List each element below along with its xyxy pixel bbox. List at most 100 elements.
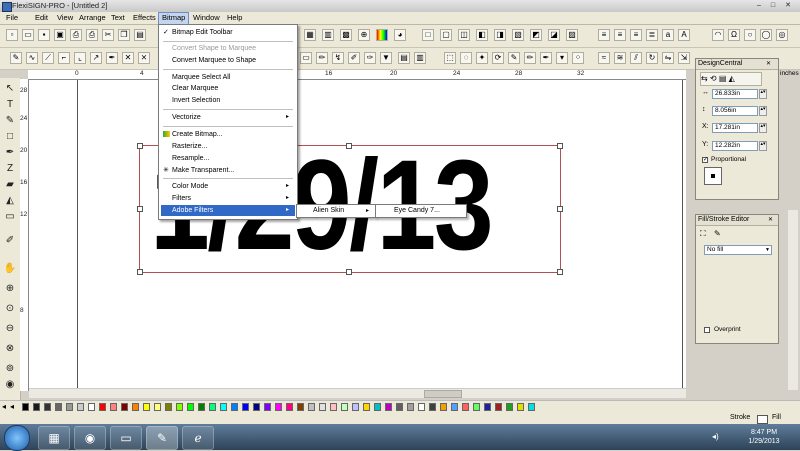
color-swatch[interactable] xyxy=(66,403,73,411)
color-swatch[interactable] xyxy=(440,403,447,411)
reference-point-grid[interactable] xyxy=(704,167,722,185)
fill-type-select[interactable]: No fill ▼ xyxy=(704,245,772,255)
color-swatch[interactable] xyxy=(231,403,238,411)
zoom-in-icon[interactable]: ⊕ xyxy=(3,282,17,296)
color-swatch[interactable] xyxy=(407,403,414,411)
new-icon[interactable]: ▫ xyxy=(6,29,18,41)
fade-icon[interactable]: ▥ xyxy=(414,52,426,64)
curve-icon[interactable]: ∿ xyxy=(26,52,38,64)
bezier-icon[interactable]: ↗ xyxy=(90,52,102,64)
paint-brush-icon[interactable]: ✒ xyxy=(540,52,552,64)
color-swatch[interactable] xyxy=(308,403,315,411)
text-case-icon[interactable]: A xyxy=(678,29,690,41)
folder-icon[interactable]: ▭ xyxy=(110,426,142,450)
menu-item-make-transparent[interactable]: ✳ Make Transparent... xyxy=(161,165,295,176)
menu-item-vectorize[interactable]: Vectorize ▸ xyxy=(161,112,295,123)
scroll-left2-icon[interactable]: ◂ xyxy=(10,402,14,411)
clone-icon[interactable]: ✐ xyxy=(348,52,360,64)
color-swatch[interactable] xyxy=(330,403,337,411)
eyedropper-tool-icon[interactable]: ✐ xyxy=(3,234,17,248)
omega-icon[interactable]: Ω xyxy=(728,29,740,41)
image-icon[interactable]: ▩ xyxy=(340,29,352,41)
menu-text[interactable]: Text xyxy=(108,12,128,24)
zoom-fit-icon[interactable]: ⊙ xyxy=(3,302,17,316)
color-swatch[interactable] xyxy=(517,403,524,411)
zoom-select-icon[interactable]: ◉ xyxy=(3,378,17,392)
resize-handle[interactable] xyxy=(346,143,352,149)
scale-icon[interactable]: ⇲ xyxy=(678,52,690,64)
circle-icon[interactable]: ○ xyxy=(744,29,756,41)
flexisign-task-icon[interactable]: ✎ xyxy=(146,426,178,450)
color-swatch[interactable] xyxy=(143,403,150,411)
resize-handle[interactable] xyxy=(137,143,143,149)
text-left-icon[interactable]: ≡ xyxy=(598,29,610,41)
color-swatch[interactable] xyxy=(77,403,84,411)
color-swatch[interactable] xyxy=(495,403,502,411)
spray-icon[interactable]: ⁘ xyxy=(572,52,584,64)
maximize-button[interactable]: □ xyxy=(768,1,778,10)
cusp-icon[interactable]: ⌞ xyxy=(74,52,86,64)
marquee-rect-icon[interactable]: ⬚ xyxy=(444,52,456,64)
color-swatch[interactable] xyxy=(121,403,128,411)
menu-view[interactable]: View xyxy=(54,12,76,24)
marker-icon[interactable]: ✎ xyxy=(508,52,520,64)
vertical-scrollbar[interactable] xyxy=(788,210,798,390)
weld-icon[interactable]: ▧ xyxy=(512,29,524,41)
stroke-pen-icon[interactable]: ✎ xyxy=(714,229,721,238)
panel-close-icon[interactable]: ✕ xyxy=(766,60,771,67)
fill-tool-icon[interactable]: ▰ xyxy=(3,178,17,192)
eraser-icon[interactable]: ▭ xyxy=(300,52,312,64)
z-tool-icon[interactable]: Z xyxy=(3,162,17,176)
browser-icon[interactable]: ℯ xyxy=(182,426,214,450)
save-as-icon[interactable]: ▣ xyxy=(54,29,66,41)
join-icon[interactable]: ⨯ xyxy=(138,52,150,64)
arc-text-icon[interactable]: ◠ xyxy=(712,29,724,41)
color-wheel-icon[interactable]: ◕ xyxy=(394,29,406,41)
color-swatch[interactable] xyxy=(286,403,293,411)
menu-item-rasterize[interactable]: Rasterize... xyxy=(161,141,295,152)
color-swatch[interactable] xyxy=(484,403,491,411)
color-swatch[interactable] xyxy=(132,403,139,411)
node-edit-icon[interactable]: ✎ xyxy=(10,52,22,64)
color-swatch[interactable] xyxy=(110,403,117,411)
print-icon[interactable]: ⎙ xyxy=(70,29,82,41)
color-swatch[interactable] xyxy=(297,403,304,411)
shape2-icon[interactable]: ◎ xyxy=(776,29,788,41)
menu-arrange[interactable]: Arrange xyxy=(76,12,109,24)
resize-handle[interactable] xyxy=(557,269,563,275)
scroll-thumb[interactable] xyxy=(424,390,462,398)
color-swatch[interactable] xyxy=(165,403,172,411)
height-spinner[interactable]: ▴▾ xyxy=(759,106,767,116)
frame-icon[interactable]: □ xyxy=(422,29,434,41)
mirror-icon[interactable]: ⇋ xyxy=(662,52,674,64)
color-swatch[interactable] xyxy=(242,403,249,411)
menu-item-bitmap-edit-toolbar[interactable]: ✓ Bitmap Edit Toolbar xyxy=(161,27,295,38)
print-preview-icon[interactable]: ⎙ xyxy=(86,29,98,41)
close-button[interactable]: ✕ xyxy=(783,1,793,10)
y-field[interactable]: 12.282in xyxy=(712,141,758,151)
brush-icon[interactable]: ✏ xyxy=(316,52,328,64)
arrange-icon[interactable]: ◧ xyxy=(476,29,488,41)
envelope-icon[interactable]: ≋ xyxy=(614,52,626,64)
color-swatch[interactable] xyxy=(319,403,326,411)
contour-icon[interactable]: ▨ xyxy=(566,29,578,41)
resize-handle[interactable] xyxy=(137,269,143,275)
pen-icon[interactable]: ✒ xyxy=(106,52,118,64)
color-swatch[interactable] xyxy=(473,403,480,411)
skew-icon[interactable]: ⫽ xyxy=(630,52,642,64)
stroke-swatch[interactable] xyxy=(757,415,768,424)
measure-tool-icon[interactable]: ▭ xyxy=(3,210,17,224)
bucket-icon[interactable]: ▾ xyxy=(556,52,568,64)
resize-handle[interactable] xyxy=(137,206,143,212)
menu-item-eye-candy[interactable]: Eye Candy 7... xyxy=(378,206,464,216)
distort-icon[interactable]: ≈ xyxy=(598,52,610,64)
color-swatch[interactable] xyxy=(176,403,183,411)
panel-close-icon[interactable]: ✕ xyxy=(768,216,773,223)
rotate-icon[interactable]: ↻ xyxy=(646,52,658,64)
paste-icon[interactable]: ▤ xyxy=(134,29,146,41)
menu-item-alien-skin[interactable]: Alien Skin ▸ xyxy=(299,206,373,216)
group-icon[interactable]: ◨ xyxy=(494,29,506,41)
zoom-all-icon[interactable]: ⊚ xyxy=(3,362,17,376)
zoom-icon[interactable]: ⊕ xyxy=(358,29,370,41)
color-swatch[interactable] xyxy=(187,403,194,411)
